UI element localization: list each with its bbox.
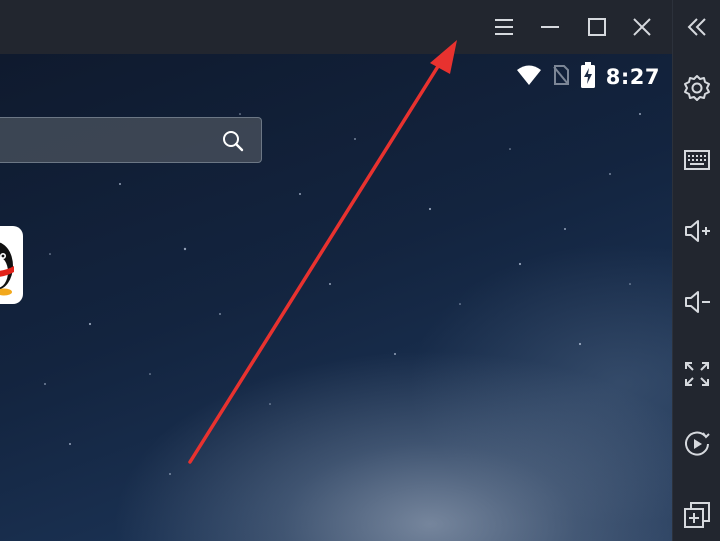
- battery-charging-icon: [580, 62, 596, 92]
- multi-instance-button[interactable]: [679, 497, 715, 533]
- menu-icon: [495, 19, 513, 35]
- settings-icon: [684, 75, 710, 101]
- wifi-icon: [516, 64, 542, 90]
- right-toolbar: [672, 0, 720, 541]
- volume-up-button[interactable]: [679, 213, 715, 249]
- keyboard-button[interactable]: [679, 142, 715, 178]
- collapse-icon: [687, 18, 706, 36]
- no-sim-icon: [552, 64, 570, 90]
- title-bar: [0, 0, 672, 54]
- multi-instance-icon: [684, 502, 710, 528]
- fullscreen-button[interactable]: [679, 356, 715, 392]
- search-bar[interactable]: [0, 117, 262, 163]
- volume-down-button[interactable]: [679, 284, 715, 320]
- maximize-icon: [588, 18, 606, 36]
- status-time: 8:27: [605, 65, 660, 89]
- penguin-icon: [0, 242, 14, 296]
- volume-down-icon: [685, 291, 710, 313]
- close-icon: [633, 18, 651, 36]
- volume-up-icon: [685, 220, 710, 242]
- qq-app-icon[interactable]: [0, 226, 23, 304]
- close-button[interactable]: [625, 10, 659, 44]
- settings-button[interactable]: [679, 70, 715, 106]
- record-button[interactable]: [679, 426, 715, 462]
- maximize-button[interactable]: [580, 10, 614, 44]
- menu-button[interactable]: [487, 10, 521, 44]
- search-icon[interactable]: [221, 129, 245, 153]
- keyboard-icon: [684, 150, 710, 170]
- minimize-icon: [541, 26, 559, 28]
- record-icon: [685, 431, 710, 456]
- fullscreen-icon: [685, 362, 709, 386]
- android-screen: 8:27: [0, 54, 672, 541]
- collapse-sidebar-button[interactable]: [679, 9, 715, 45]
- minimize-button[interactable]: [533, 10, 567, 44]
- android-status-bar: 8:27: [516, 62, 660, 92]
